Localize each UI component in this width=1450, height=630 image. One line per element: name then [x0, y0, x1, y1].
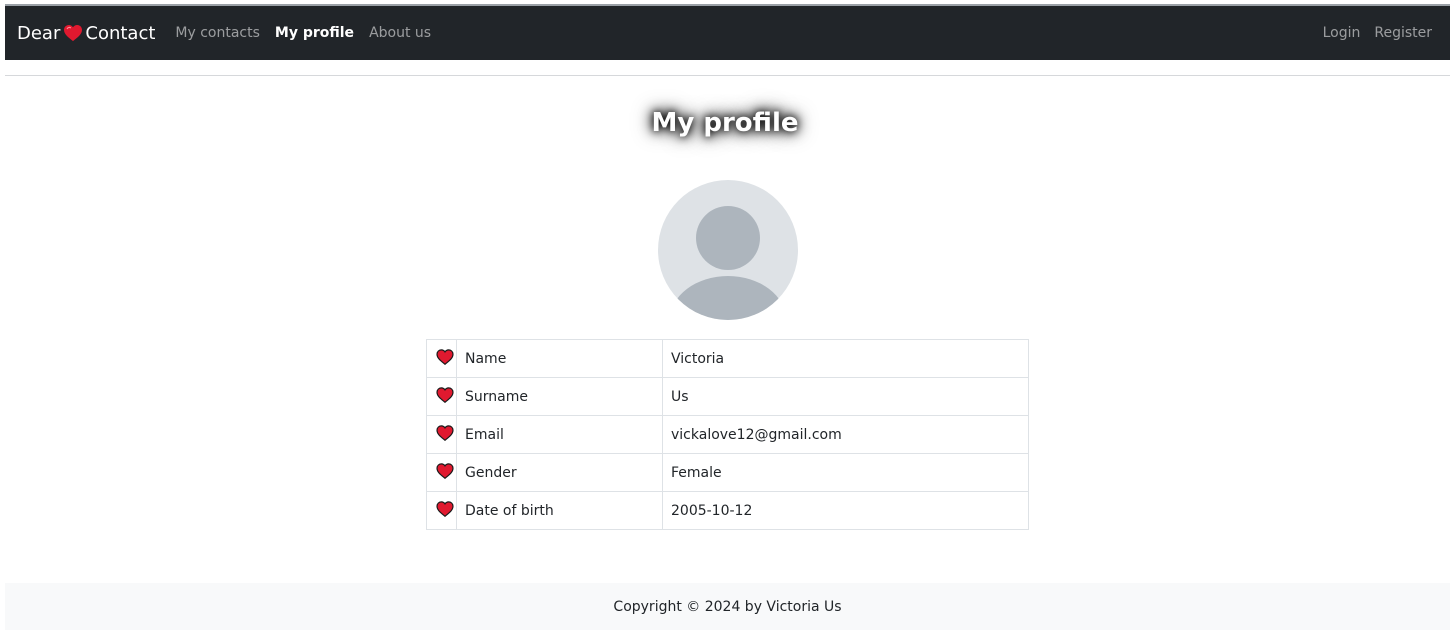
row-value: Female: [662, 453, 1029, 492]
row-value: Victoria: [662, 339, 1029, 378]
row-label: Email: [456, 415, 663, 454]
row-label: Date of birth: [456, 491, 663, 530]
nav-my-contacts[interactable]: My contacts: [175, 25, 260, 41]
table-row: Name Victoria: [426, 339, 1029, 378]
brand-text-dear: Dear: [17, 22, 61, 44]
user-placeholder-icon: [658, 180, 798, 320]
row-value: vickalove12@gmail.com: [662, 415, 1029, 454]
heart-icon: [436, 386, 454, 403]
row-icon-cell: [426, 491, 457, 530]
row-label: Name: [456, 339, 663, 378]
row-icon-cell: [426, 339, 457, 378]
page-title: My profile: [651, 108, 799, 138]
header-divider: [5, 75, 1450, 76]
table-row: Email vickalove12@gmail.com: [426, 415, 1029, 454]
heart-icon: [436, 348, 454, 365]
nav-links: My contacts My profile About us: [175, 25, 446, 41]
heart-icon: [436, 462, 454, 479]
avatar: [658, 180, 798, 320]
brand-logo[interactable]: Dear Contact: [17, 23, 155, 44]
row-value: 2005-10-12: [662, 491, 1029, 530]
row-icon-cell: [426, 377, 457, 416]
heart-icon: [436, 500, 454, 517]
table-row: Surname Us: [426, 377, 1029, 416]
table-row: Date of birth 2005-10-12: [426, 491, 1029, 530]
nav-about-us[interactable]: About us: [369, 25, 431, 41]
row-label: Surname: [456, 377, 663, 416]
auth-links: Login Register: [1309, 25, 1432, 41]
profile-table: Name Victoria Surname Us Email vickalove…: [426, 339, 1029, 530]
heart-icon: [63, 24, 83, 42]
table-row: Gender Female: [426, 453, 1029, 492]
brand-text-contact: Contact: [85, 22, 156, 44]
navbar: Dear Contact My contacts My profile Abou…: [5, 6, 1450, 60]
row-label: Gender: [456, 453, 663, 492]
nav-my-profile[interactable]: My profile: [275, 25, 354, 41]
footer: Copyright © 2024 by Victoria Us: [5, 583, 1450, 630]
row-icon-cell: [426, 453, 457, 492]
row-value: Us: [662, 377, 1029, 416]
register-link[interactable]: Register: [1374, 25, 1432, 41]
login-link[interactable]: Login: [1323, 25, 1361, 41]
heart-icon: [436, 424, 454, 441]
row-icon-cell: [426, 415, 457, 454]
copyright-text: Copyright © 2024 by Victoria Us: [613, 598, 842, 615]
